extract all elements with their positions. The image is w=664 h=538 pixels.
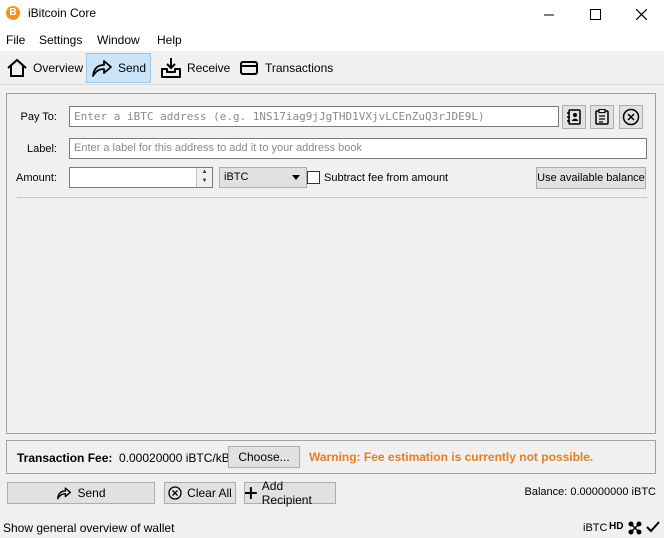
address-book-icon bbox=[567, 109, 581, 125]
unit-select[interactable]: iBTC bbox=[219, 167, 307, 188]
plus-icon bbox=[245, 487, 257, 499]
amount-spinner[interactable]: ▲ ▼ bbox=[196, 168, 212, 187]
tab-send-label: Send bbox=[118, 61, 147, 75]
use-available-balance-button[interactable]: Use available balance bbox=[536, 167, 646, 189]
remove-circle-icon bbox=[622, 108, 640, 126]
pay-to-label: Pay To: bbox=[20, 111, 58, 123]
menu-bar: File Settings Window Help bbox=[0, 29, 664, 51]
status-unit-selector[interactable]: iBTC bbox=[583, 522, 607, 534]
home-icon bbox=[7, 58, 27, 77]
clear-all-button[interactable]: Clear All bbox=[164, 482, 236, 504]
address-book-button[interactable] bbox=[562, 105, 586, 129]
tab-receive-label: Receive bbox=[187, 61, 231, 75]
unit-selected: iBTC bbox=[224, 171, 249, 183]
menu-window[interactable]: Window bbox=[97, 33, 140, 47]
choose-fee-button[interactable]: Choose... bbox=[228, 446, 300, 468]
clear-all-label: Clear All bbox=[187, 486, 232, 500]
send-arrow-icon bbox=[57, 487, 72, 500]
transaction-fee-label: Transaction Fee: bbox=[17, 451, 113, 465]
tab-overview[interactable]: Overview bbox=[2, 53, 87, 83]
pay-to-placeholder: Enter a iBTC address (e.g. 1NS17iag9jJgT… bbox=[74, 110, 485, 123]
menu-file[interactable]: File bbox=[6, 33, 25, 47]
fee-warning: Warning: Fee estimation is currently not… bbox=[309, 450, 594, 464]
status-bar: Show general overview of wallet iBTC HD bbox=[0, 516, 664, 538]
pay-to-address-input[interactable]: Enter a iBTC address (e.g. 1NS17iag9jJgT… bbox=[69, 106, 559, 127]
close-icon bbox=[635, 9, 647, 20]
title-bar: B iBitcoin Core bbox=[0, 0, 664, 29]
tab-send[interactable]: Send bbox=[86, 53, 152, 83]
minimize-icon bbox=[544, 14, 554, 15]
synced-checkmark-icon bbox=[646, 521, 660, 533]
send-entry-panel: Pay To: Enter a iBTC address (e.g. 1NS17… bbox=[6, 93, 656, 434]
maximize-button[interactable] bbox=[572, 0, 618, 29]
send-arrow-icon bbox=[92, 60, 112, 77]
label-input[interactable]: Enter a label for this address to add it… bbox=[69, 138, 647, 159]
tab-receive[interactable]: Receive bbox=[156, 53, 234, 83]
send-button[interactable]: Send bbox=[7, 482, 155, 504]
amount-input[interactable]: ▲ ▼ bbox=[69, 167, 213, 188]
status-message: Show general overview of wallet bbox=[3, 521, 175, 535]
tab-transactions[interactable]: Transactions bbox=[234, 53, 337, 83]
maximize-icon bbox=[589, 9, 601, 20]
hd-wallet-indicator: HD bbox=[609, 521, 624, 532]
network-connections-icon[interactable] bbox=[627, 520, 643, 536]
add-recipient-button[interactable]: Add Recipient bbox=[244, 479, 336, 507]
label-field-label: Label: bbox=[27, 143, 57, 155]
close-window-button[interactable] bbox=[618, 0, 664, 29]
receive-inbox-icon bbox=[161, 58, 181, 78]
label-placeholder: Enter a label for this address to add it… bbox=[74, 142, 362, 154]
add-recipient-label: Add Recipient bbox=[261, 479, 312, 507]
clear-circle-icon bbox=[168, 486, 182, 500]
minimize-button[interactable] bbox=[526, 0, 572, 29]
chevron-down-icon bbox=[292, 175, 300, 180]
send-button-label: Send bbox=[77, 486, 106, 500]
fee-panel: Transaction Fee: 0.00020000 iBTC/kB Choo… bbox=[6, 440, 656, 474]
paste-address-button[interactable] bbox=[590, 105, 614, 129]
bitcoin-logo-icon: B bbox=[6, 6, 20, 20]
menu-help[interactable]: Help bbox=[157, 33, 182, 47]
amount-label: Amount: bbox=[16, 172, 57, 184]
menu-settings[interactable]: Settings bbox=[39, 33, 82, 47]
window-title: iBitcoin Core bbox=[28, 6, 97, 20]
balance-display: Balance: 0.00000000 iBTC bbox=[524, 486, 656, 498]
subtract-fee-checkbox[interactable] bbox=[307, 171, 320, 184]
tab-overview-label: Overview bbox=[33, 61, 84, 75]
tab-transactions-label: Transactions bbox=[265, 61, 334, 75]
transaction-fee-value: 0.00020000 iBTC/kB bbox=[119, 451, 230, 465]
main-toolbar: Overview Send Receive Transactions bbox=[0, 51, 664, 85]
clipboard-paste-icon bbox=[595, 109, 609, 125]
subtract-fee-label: Subtract fee from amount bbox=[324, 172, 449, 184]
entry-divider bbox=[17, 197, 647, 198]
remove-entry-button[interactable] bbox=[619, 105, 643, 129]
credit-card-icon bbox=[240, 61, 258, 75]
